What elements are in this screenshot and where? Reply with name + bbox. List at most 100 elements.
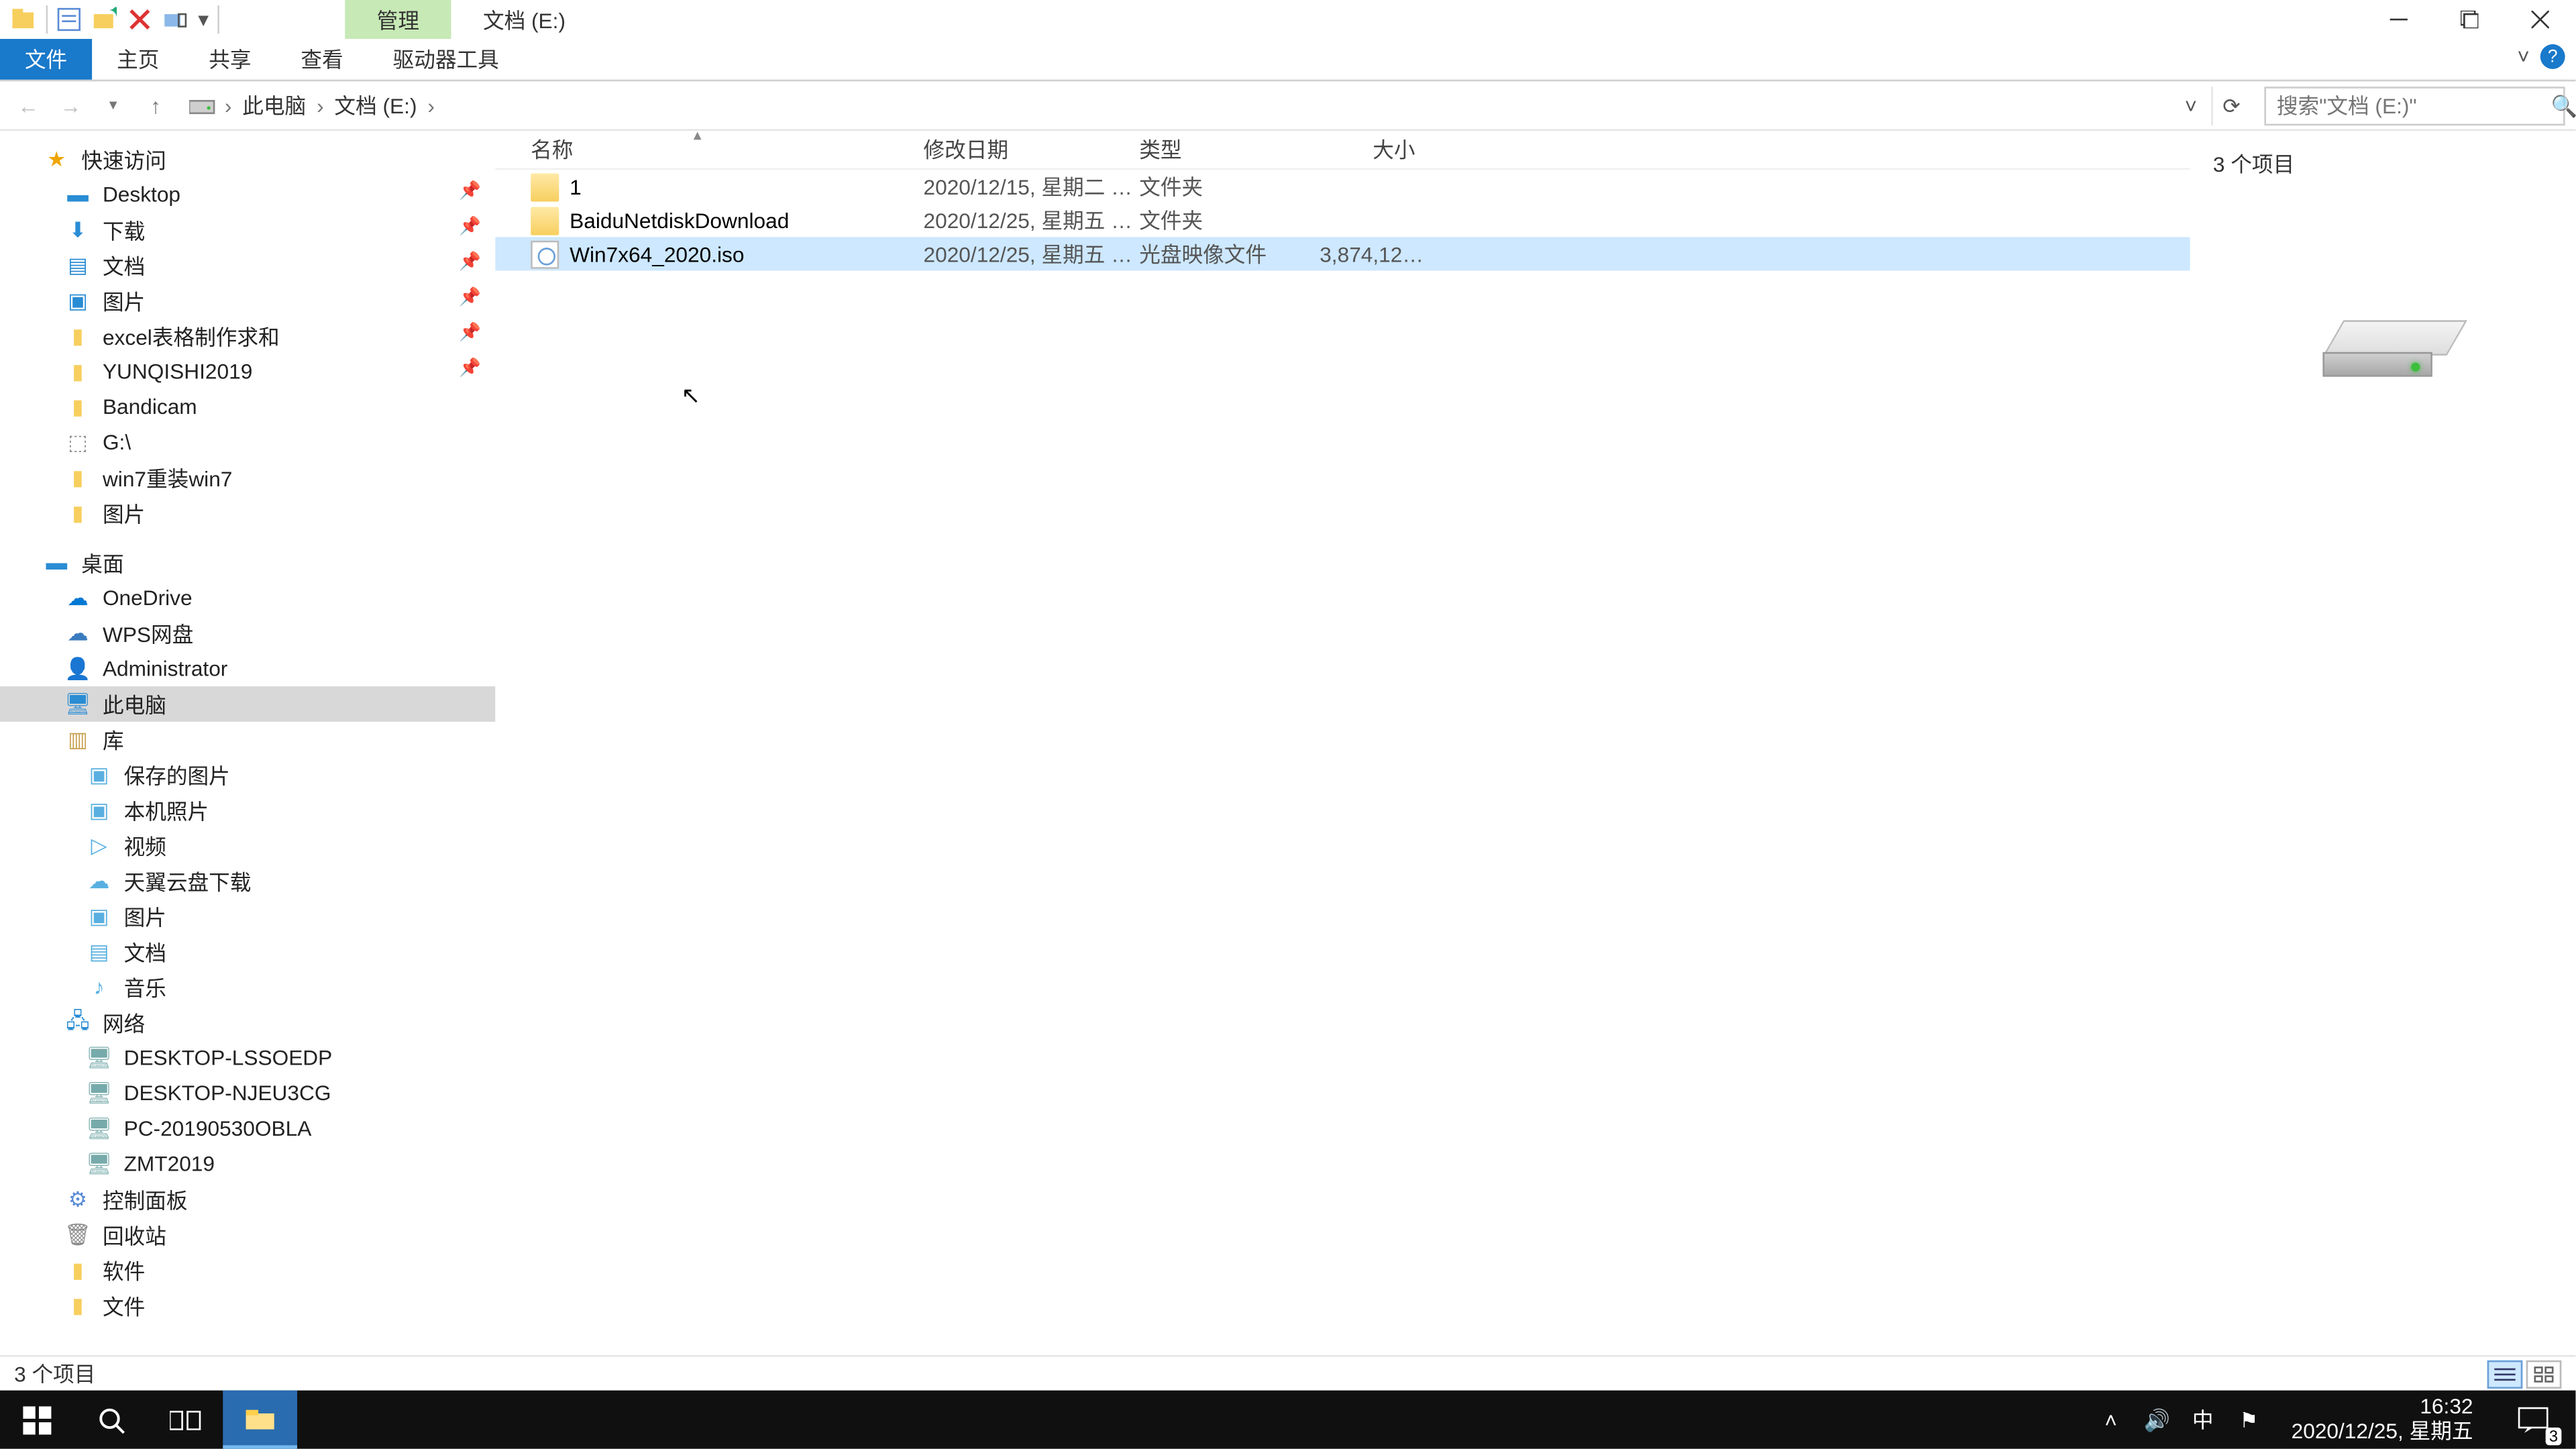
close-button[interactable] xyxy=(2505,0,2575,39)
cloud-icon: ☁ xyxy=(85,867,113,895)
tree-item-user[interactable]: 👤Administrator xyxy=(0,651,495,686)
column-size[interactable]: 大小 xyxy=(1320,134,1429,164)
tree-label: YUNQISHI2019 xyxy=(103,359,252,384)
tab-home[interactable]: 主页 xyxy=(92,39,184,80)
tree-item[interactable]: ▮文件 xyxy=(0,1288,495,1324)
security-icon[interactable]: ⚑ xyxy=(2235,1407,2263,1432)
ribbon-tabs: 文件 主页 共享 查看 驱动器工具 ˅ ? xyxy=(0,39,2575,81)
ribbon-expand-icon[interactable]: ˅ xyxy=(2517,44,2530,69)
pictures-icon: ▣ xyxy=(85,902,113,930)
task-view-button[interactable] xyxy=(149,1391,223,1449)
tree-item[interactable]: ☁天翼云盘下载 xyxy=(0,863,495,899)
action-center-button[interactable]: 3 xyxy=(2502,1391,2565,1449)
tree-item[interactable]: ⬇下载📌 xyxy=(0,212,495,248)
tree-item[interactable]: ▮Bandicam xyxy=(0,389,495,425)
computer-icon: 🖥 xyxy=(64,690,92,718)
icons-view-button[interactable] xyxy=(2526,1360,2562,1388)
tree-item[interactable]: ▣保存的图片 xyxy=(0,757,495,793)
chevron-right-icon[interactable]: › xyxy=(424,93,438,117)
tab-file[interactable]: 文件 xyxy=(0,39,92,80)
taskbar-clock[interactable]: 16:32 2020/12/25, 星期五 xyxy=(2281,1395,2484,1444)
column-name[interactable]: 名称 xyxy=(531,134,923,164)
refresh-button[interactable]: ⟳ xyxy=(2211,86,2250,125)
tree-item[interactable]: 🖥DESKTOP-NJEU3CG xyxy=(0,1075,495,1111)
column-date[interactable]: 修改日期 xyxy=(924,134,1140,164)
taskbar[interactable]: ˄ 🔊 中 ⚑ 16:32 2020/12/25, 星期五 3 xyxy=(0,1391,2575,1449)
disc-image-icon xyxy=(531,239,559,268)
tree-label: win7重装win7 xyxy=(103,463,232,493)
tree-desktop[interactable]: ▬桌面 xyxy=(0,545,495,580)
back-button[interactable]: ← xyxy=(11,88,46,123)
tree-item-wps[interactable]: ☁WPS网盘 xyxy=(0,616,495,651)
tree-item[interactable]: 🖥 ZMT2019 xyxy=(0,1146,495,1182)
tree-item-onedrive[interactable]: ☁OneDrive xyxy=(0,580,495,616)
tree-item-recycle-bin[interactable]: 🗑回收站 xyxy=(0,1217,495,1252)
ime-indicator[interactable]: 中 xyxy=(2189,1405,2217,1435)
file-rows[interactable]: 12020/12/15, 星期二 1...文件夹BaiduNetdiskDown… xyxy=(495,170,2190,270)
tree-item[interactable]: ▣图片📌 xyxy=(0,283,495,319)
tree-item-control-panel[interactable]: ⚙控制面板 xyxy=(0,1182,495,1218)
computer-icon: 🖥 xyxy=(85,1150,113,1178)
tree-item[interactable]: ♪音乐 xyxy=(0,969,495,1005)
tab-share[interactable]: 共享 xyxy=(184,39,276,80)
search-box[interactable]: 🔍 xyxy=(2264,86,2565,125)
column-headers[interactable]: ▴ 名称 修改日期 类型 大小 xyxy=(495,131,2190,170)
search-icon[interactable]: 🔍 xyxy=(2551,93,2576,117)
volume-icon[interactable]: 🔊 xyxy=(2143,1407,2171,1432)
breadcrumb-current[interactable]: 文档 (E:) xyxy=(331,90,421,120)
maximize-button[interactable] xyxy=(2434,0,2505,39)
file-type: 文件夹 xyxy=(1139,205,1320,235)
column-type[interactable]: 类型 xyxy=(1139,134,1320,164)
tree-item-this-pc[interactable]: 🖥此电脑 xyxy=(0,686,495,722)
file-row[interactable]: 12020/12/15, 星期二 1...文件夹 xyxy=(495,170,2190,203)
tree-item[interactable]: ▣本机照片 xyxy=(0,792,495,828)
tree-item[interactable]: ▮图片 xyxy=(0,495,495,531)
tree-item[interactable]: ⬚G:\ xyxy=(0,425,495,460)
system-tray: ˄ 🔊 中 ⚑ 16:32 2020/12/25, 星期五 3 xyxy=(2086,1391,2576,1449)
start-button[interactable] xyxy=(0,1391,74,1449)
up-button[interactable]: ↑ xyxy=(138,88,174,123)
new-folder-icon[interactable]: ✦ xyxy=(87,2,122,38)
tree-item[interactable]: ▮软件 xyxy=(0,1252,495,1288)
tray-overflow-icon[interactable]: ˄ xyxy=(2097,1407,2125,1432)
tree-item[interactable]: ▮YUNQISHI2019📌 xyxy=(0,354,495,389)
downloads-icon: ⬇ xyxy=(64,216,92,244)
minimize-button[interactable] xyxy=(2363,0,2434,39)
qat-dropdown-icon[interactable]: ▾ xyxy=(193,2,214,38)
tree-quick-access[interactable]: ★快速访问 xyxy=(0,142,495,177)
forward-button[interactable]: → xyxy=(53,88,89,123)
taskbar-file-explorer[interactable] xyxy=(223,1391,297,1449)
tree-item[interactable]: ▤文档 xyxy=(0,934,495,969)
delete-icon[interactable] xyxy=(122,2,158,38)
details-view-button[interactable] xyxy=(2487,1360,2523,1388)
music-icon: ♪ xyxy=(85,973,113,1001)
tab-view[interactable]: 查看 xyxy=(276,39,368,80)
tree-item[interactable]: ▮win7重装win7 xyxy=(0,460,495,496)
tree-label: 图片 xyxy=(103,498,145,528)
tree-item[interactable]: ▮excel表格制作求和📌 xyxy=(0,319,495,354)
breadcrumb-bar[interactable]: › 此电脑 › 文档 (E:) › xyxy=(180,86,2171,125)
search-input[interactable] xyxy=(2277,93,2551,117)
tree-item-libraries[interactable]: ▥库 xyxy=(0,722,495,757)
tree-item[interactable]: ▷视频 xyxy=(0,828,495,863)
breadcrumb-this-pc[interactable]: 此电脑 xyxy=(239,90,310,120)
tree-item[interactable]: ▤文档📌 xyxy=(0,248,495,283)
tree-label: ZMT2019 xyxy=(124,1152,215,1177)
chevron-right-icon[interactable]: › xyxy=(313,93,327,117)
tab-drive-tools[interactable]: 驱动器工具 xyxy=(368,39,524,80)
address-dropdown-icon[interactable]: ˅ xyxy=(2178,93,2204,117)
properties-icon[interactable] xyxy=(51,2,87,38)
help-icon[interactable]: ? xyxy=(2540,44,2565,69)
tree-item[interactable]: ▣图片 xyxy=(0,899,495,934)
file-row[interactable]: Win7x64_2020.iso2020/12/25, 星期五 1...光盘映像… xyxy=(495,237,2190,270)
rename-icon[interactable] xyxy=(158,2,193,38)
chevron-right-icon[interactable]: › xyxy=(221,93,235,117)
tree-item-network[interactable]: 🖧网络 xyxy=(0,1005,495,1040)
search-button[interactable] xyxy=(74,1391,149,1449)
file-row[interactable]: BaiduNetdiskDownload2020/12/25, 星期五 1...… xyxy=(495,203,2190,237)
tree-item[interactable]: ▬Desktop📌 xyxy=(0,177,495,213)
navigation-pane[interactable]: ★快速访问 ▬Desktop📌 ⬇下载📌 ▤文档📌 ▣图片📌 ▮excel表格制… xyxy=(0,131,495,1355)
tree-item[interactable]: 🖥PC-20190530OBLA xyxy=(0,1111,495,1146)
recent-locations-dropdown[interactable]: ▾ xyxy=(95,88,131,123)
tree-item[interactable]: 🖥DESKTOP-LSSOEDP xyxy=(0,1040,495,1076)
